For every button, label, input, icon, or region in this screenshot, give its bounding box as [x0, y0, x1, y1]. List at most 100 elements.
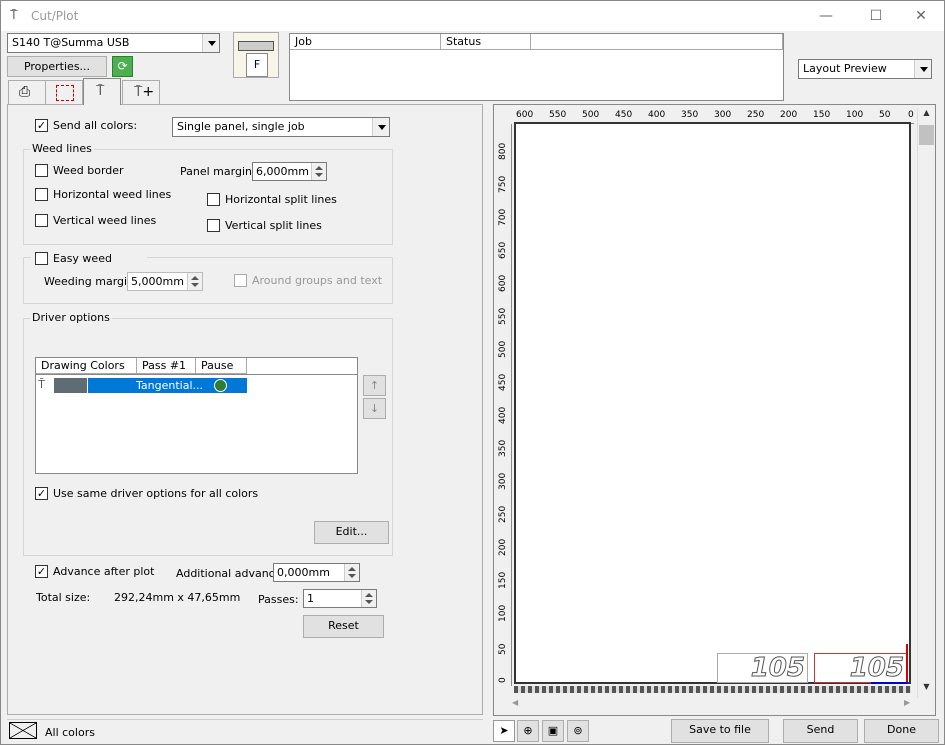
horizontal-weed-checkbox[interactable]: [35, 188, 48, 201]
save-to-file-button[interactable]: Save to file: [671, 719, 769, 743]
send-all-colors-checkbox[interactable]: ✓: [35, 119, 48, 132]
refresh-device-icon[interactable]: ⟳: [112, 56, 133, 77]
window-title: Cut/Plot: [31, 9, 79, 23]
panel-mode-value: Single panel, single job: [177, 120, 305, 133]
preview-mode-select[interactable]: Layout Preview: [798, 59, 932, 79]
easy-weed-checkbox[interactable]: [35, 252, 48, 265]
vertical-weed-label: Vertical weed lines: [53, 214, 157, 227]
ruler-h-tick: 0: [908, 110, 914, 120]
passes-input[interactable]: 1: [303, 589, 377, 608]
tab-general[interactable]: ⎙: [8, 80, 46, 104]
ruler-v-tick: 650: [498, 241, 508, 259]
plotter-tab-icon: ⎙: [19, 84, 31, 100]
done-button[interactable]: Done: [864, 719, 939, 743]
ruler-v-tick: 200: [498, 538, 508, 556]
advance-checkbox[interactable]: ✓: [35, 565, 48, 578]
ruler-v-tick: 700: [498, 208, 508, 226]
weed-border-label: Weed border: [53, 164, 124, 177]
passes-value: 1: [307, 592, 314, 605]
pass-header[interactable]: Pass #1: [137, 358, 196, 374]
move-down-button[interactable]: ↓: [363, 398, 386, 419]
ruler-v-tick: 0: [498, 677, 508, 683]
edit-button[interactable]: Edit...: [314, 521, 389, 544]
origin-y-arrow: [906, 644, 908, 684]
maximize-button[interactable]: ☐: [856, 5, 896, 27]
cursor-arrow-icon: ➤: [499, 724, 509, 737]
ruler-v-tick: 750: [498, 175, 508, 193]
empty-column-header: [531, 34, 783, 50]
ruler-h-tick: 200: [780, 110, 798, 120]
scroll-right-arrow-icon[interactable]: ▶: [904, 698, 910, 707]
horizontal-split-checkbox[interactable]: [207, 193, 220, 206]
horizontal-split-label: Horizontal split lines: [225, 193, 337, 206]
send-button[interactable]: Send: [783, 719, 858, 743]
ruler-v-tick: 250: [498, 505, 508, 523]
vertical-split-checkbox[interactable]: [207, 219, 220, 232]
select-tool-button[interactable]: ➤: [493, 720, 515, 742]
job-column-header[interactable]: Job: [290, 34, 441, 50]
status-column-header[interactable]: Status: [441, 34, 531, 50]
title-bar: ⍑ Cut/Plot — ☐ ✕: [1, 1, 944, 31]
image-icon: ▣: [547, 724, 559, 737]
spin-arrows-icon[interactable]: [187, 273, 202, 290]
tangential-mode-label: Tangential...: [136, 379, 203, 392]
easy-weed-label: Easy weed: [53, 252, 112, 265]
scroll-down-arrow-icon[interactable]: ▼: [918, 682, 935, 698]
media-canvas[interactable]: 105 105: [514, 122, 911, 684]
reset-button[interactable]: Reset: [303, 615, 384, 638]
ruler-h-tick: 350: [681, 110, 699, 120]
ruler-h-tick: 550: [549, 110, 567, 120]
zoom-all-button[interactable]: ⊚: [567, 720, 589, 742]
weeding-margin-input[interactable]: 5,000mm: [127, 272, 203, 291]
plotter-icon: ⍑: [10, 8, 18, 23]
ruler-h-tick: 250: [747, 110, 765, 120]
driver-color-row[interactable]: ⍑ Tangential...: [36, 377, 248, 394]
ruler-h-tick: 100: [846, 110, 864, 120]
around-groups-checkbox[interactable]: [234, 274, 247, 287]
job-preview-2[interactable]: 105: [814, 653, 907, 683]
tab-tool[interactable]: ⍑+: [122, 80, 160, 104]
same-options-checkbox[interactable]: ✓: [35, 487, 48, 500]
minimize-button[interactable]: —: [806, 5, 846, 27]
job-preview-1[interactable]: 105: [717, 653, 808, 683]
media-edge-pattern: [514, 686, 911, 693]
properties-button[interactable]: Properties...: [7, 56, 107, 77]
panel-mode-select[interactable]: Single panel, single job: [172, 117, 390, 137]
drawing-colors-header[interactable]: Drawing Colors: [36, 358, 137, 374]
zoom-in-icon: ⊕: [523, 724, 533, 737]
ruler-h-tick: 300: [714, 110, 732, 120]
move-up-button[interactable]: ↑: [363, 375, 386, 396]
weed-lines-title: Weed lines: [30, 142, 94, 155]
horizontal-scrollbar[interactable]: ◀ ▶: [512, 697, 917, 714]
play-icon[interactable]: [214, 379, 227, 392]
chevron-down-icon: [372, 118, 389, 136]
additional-advance-input[interactable]: 0,000mm: [273, 563, 360, 582]
weed-border-checkbox[interactable]: [35, 164, 48, 177]
vertical-weed-checkbox[interactable]: [35, 214, 48, 227]
vertical-scrollbar[interactable]: ▲ ▼: [917, 108, 934, 698]
spin-arrows-icon[interactable]: [344, 564, 359, 581]
tab-options[interactable]: ⍑: [83, 78, 121, 105]
scroll-left-arrow-icon[interactable]: ◀: [512, 698, 518, 707]
spin-arrows-icon[interactable]: [361, 590, 376, 607]
ruler-v-tick: 400: [498, 406, 508, 424]
pause-header[interactable]: Pause: [196, 358, 247, 374]
tab-panels[interactable]: [45, 80, 83, 104]
close-button[interactable]: ✕: [901, 5, 941, 27]
plotter-preview-image: F: [233, 32, 279, 78]
same-options-label: Use same driver options for all colors: [53, 487, 259, 500]
color-swatch: [54, 378, 87, 393]
scroll-up-arrow-icon[interactable]: ▲: [918, 108, 935, 124]
zoom-in-button[interactable]: ⊕: [517, 720, 539, 742]
zoom-fit-button[interactable]: ▣: [542, 720, 564, 742]
chevron-down-icon: [914, 60, 931, 78]
scroll-thumb[interactable]: [919, 125, 934, 145]
ruler-v-tick: 100: [498, 604, 508, 622]
ruler-v-tick: 500: [498, 340, 508, 358]
layout-preview[interactable]: 600 550 500 450 400 350 300 250 200 150 …: [493, 104, 936, 716]
device-select[interactable]: S140 T@Summa USB: [7, 33, 220, 53]
panel-margin-input[interactable]: 6,000mm: [252, 162, 327, 181]
ruler-v-tick: 300: [498, 472, 508, 490]
spin-arrows-icon[interactable]: [311, 163, 326, 180]
cut-plot-window: ⍑ Cut/Plot — ☐ ✕ S140 T@Summa USB Proper…: [0, 0, 945, 745]
